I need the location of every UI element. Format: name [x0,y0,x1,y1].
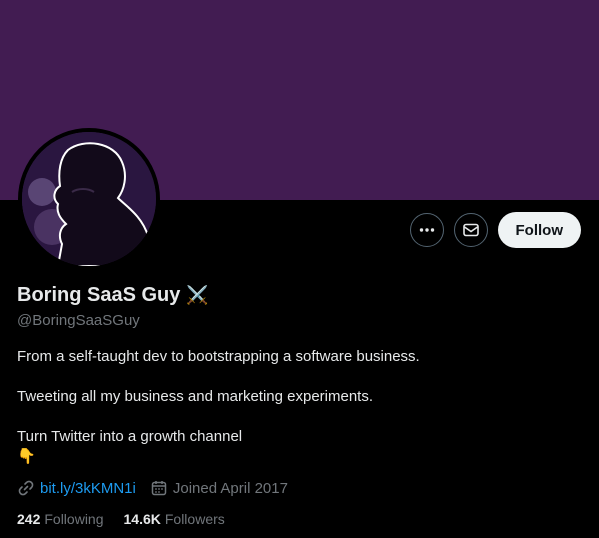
profile-link[interactable]: bit.ly/3kKMN1i [17,479,136,497]
bio-line: Turn Twitter into a growth channel [17,428,243,445]
pointing-down-emoji: 👇 [17,448,36,465]
following-label: Following [44,511,104,527]
display-name: Boring SaaS Guy [17,284,181,306]
joined-date-text: Joined April 2017 [172,479,288,497]
followers-count-link[interactable]: 14.6K Followers [124,511,225,527]
following-count: 242 [17,511,41,527]
follow-button[interactable]: Follow [497,212,581,248]
bio-line: Tweeting all my business and marketing e… [17,388,374,405]
more-horizontal-icon [419,228,434,232]
more-button[interactable] [409,213,444,247]
profile-actions: Follow [409,212,581,248]
avatar-image [22,132,156,266]
followers-label: Followers [164,511,225,527]
follow-counts: 242 Following 14.6K Followers [17,511,225,527]
bio-line: From a self-taught dev to bootstrapping … [17,348,420,365]
message-button[interactable] [453,213,488,247]
profile-handle: @BoringSaaSGuy [17,312,140,329]
crossed-swords-emoji: ⚔️ [186,285,209,305]
joined-date: Joined April 2017 [150,479,288,497]
display-name-row: Boring SaaS Guy ⚔️ [17,284,209,307]
followers-count: 14.6K [123,511,161,527]
profile-meta: bit.ly/3kKMN1i Joined April 2017 [17,479,288,497]
calendar-icon [151,481,167,496]
envelope-icon [462,223,479,237]
avatar[interactable] [18,128,160,270]
following-count-link[interactable]: 242 Following [17,511,104,527]
profile-bio: From a self-taught dev to bootstrapping … [17,347,577,467]
profile-link-text[interactable]: bit.ly/3kKMN1i [40,480,136,497]
link-icon [18,480,34,496]
